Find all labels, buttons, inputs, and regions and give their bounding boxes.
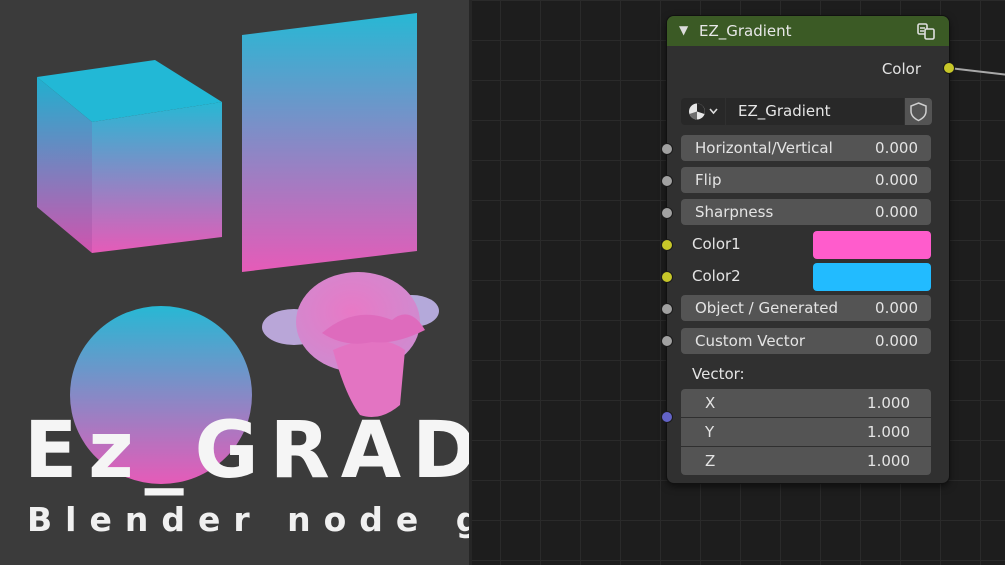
ez-gradient-node[interactable]: ▼ EZ_Gradient Color EZ_Gradient Horizont…: [661, 16, 955, 483]
vector-y-field[interactable]: Y 1.000: [681, 418, 931, 446]
fake-user-button[interactable]: [905, 98, 932, 125]
input-socket-flip[interactable]: [661, 175, 673, 187]
node-tree-icon: [689, 103, 718, 120]
input-socket-color1[interactable]: [661, 239, 673, 251]
gradient-cube-front: [92, 102, 222, 253]
input-socket-color2[interactable]: [661, 271, 673, 283]
3d-viewport[interactable]: Ez_GRADIENT Blender node group: [0, 0, 722, 565]
color2-swatch[interactable]: [813, 263, 931, 291]
input-socket-vector[interactable]: [661, 411, 673, 423]
gradient-monkey: [262, 272, 439, 418]
vector-label: Vector:: [692, 365, 745, 383]
color1-label: Color1: [692, 235, 741, 253]
color1-swatch[interactable]: [813, 231, 931, 259]
input-socket-custom-vector[interactable]: [661, 335, 673, 347]
vector-z-field[interactable]: Z 1.000: [681, 447, 931, 475]
sharpness-field[interactable]: Sharpness 0.000: [681, 199, 931, 225]
output-color-socket[interactable]: [943, 62, 955, 74]
custom-vector-field[interactable]: Custom Vector 0.000: [681, 328, 931, 354]
output-link: [949, 67, 1005, 76]
object-generated-field[interactable]: Object / Generated 0.000: [681, 295, 931, 321]
input-socket-object-generated[interactable]: [661, 303, 673, 315]
shield-icon: [910, 102, 927, 122]
output-color-label: Color: [881, 60, 921, 78]
flip-field[interactable]: Flip 0.000: [681, 167, 931, 193]
input-socket-horizontal-vertical[interactable]: [661, 143, 673, 155]
horizontal-vertical-field[interactable]: Horizontal/Vertical 0.000: [681, 135, 931, 161]
color2-label: Color2: [692, 267, 741, 285]
node-header[interactable]: ▼ EZ_Gradient: [667, 16, 949, 46]
collapse-caret-icon[interactable]: ▼: [679, 23, 688, 37]
node-group-name-field[interactable]: EZ_Gradient: [726, 98, 904, 125]
vector-x-field[interactable]: X 1.000: [681, 389, 931, 417]
gradient-plane: [242, 13, 417, 272]
node-title: EZ_Gradient: [699, 22, 792, 40]
node-group-icon[interactable]: [917, 22, 935, 40]
input-socket-sharpness[interactable]: [661, 207, 673, 219]
node-group-selector[interactable]: EZ_Gradient: [681, 98, 932, 125]
node-tree-browse-button[interactable]: [681, 98, 725, 125]
